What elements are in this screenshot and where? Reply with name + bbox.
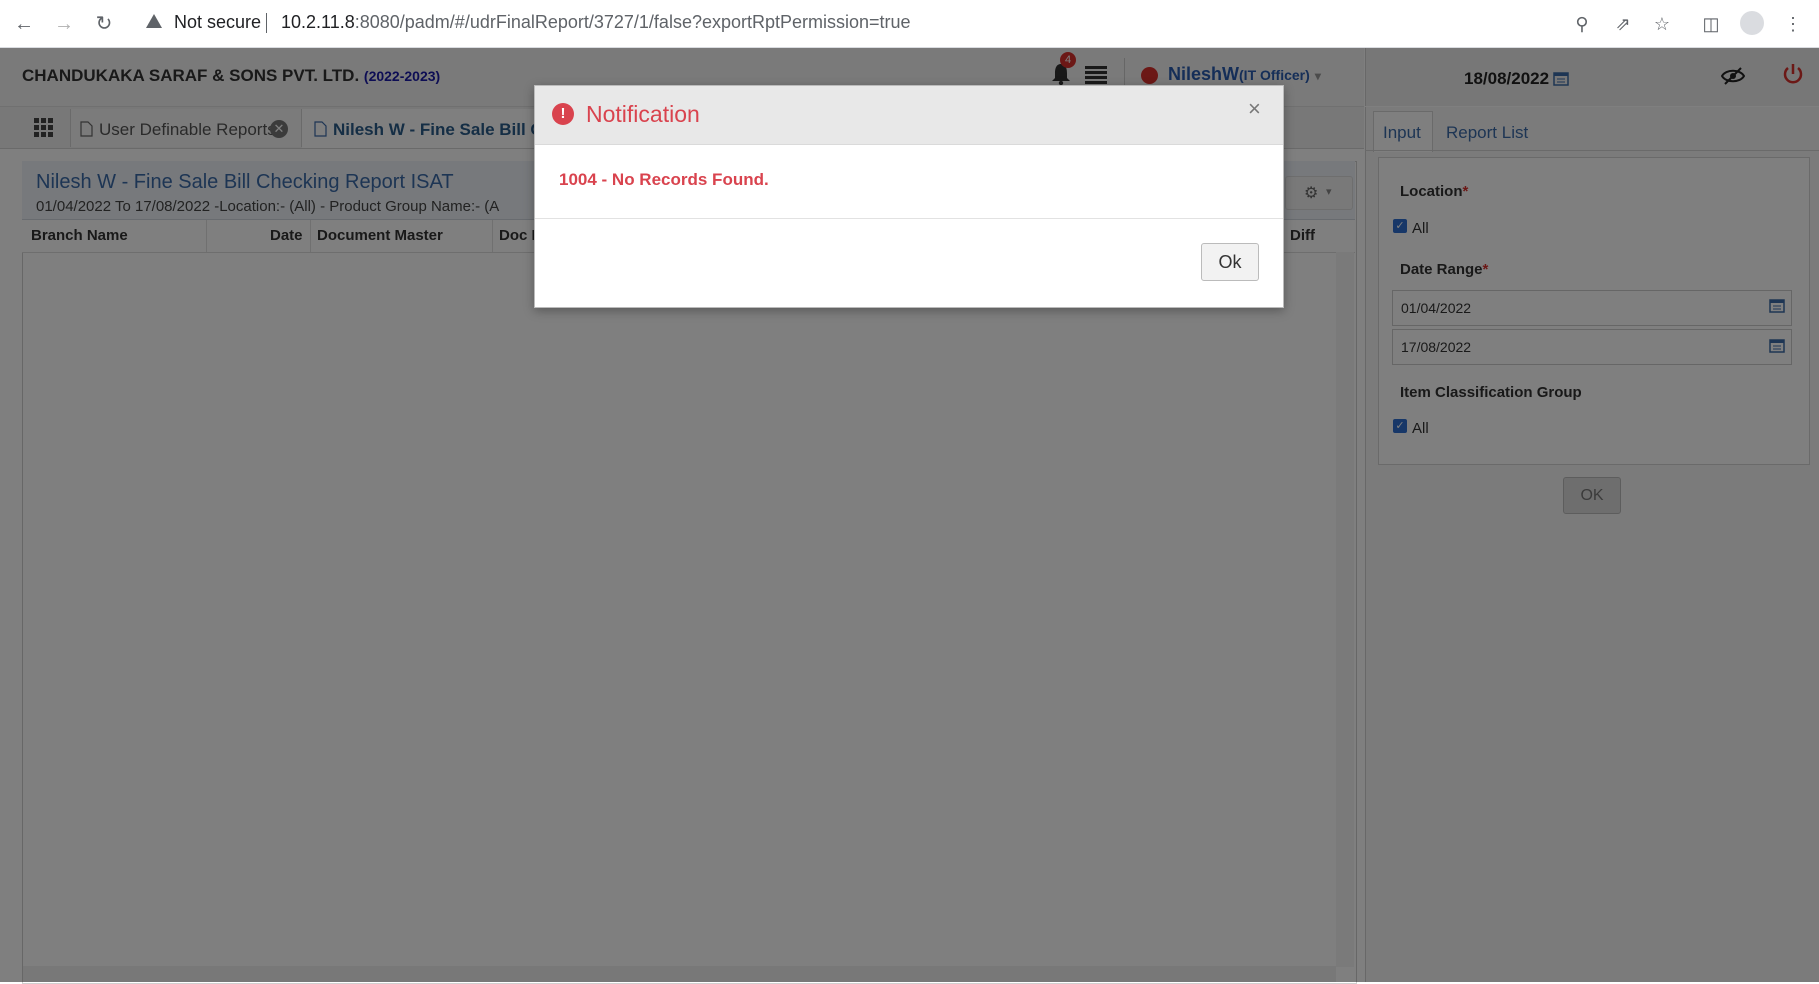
more-vert-icon[interactable]: ⋮ bbox=[1782, 13, 1804, 35]
reload-icon[interactable]: ↻ bbox=[90, 10, 118, 38]
address-separator bbox=[266, 13, 267, 33]
url-path: :8080/padm/#/udrFinalReport/3727/1/false… bbox=[354, 12, 911, 32]
exclamation-circle-icon: ! bbox=[552, 103, 574, 125]
close-icon[interactable]: × bbox=[1248, 96, 1261, 122]
key-icon[interactable]: ⚲ bbox=[1571, 13, 1593, 35]
url-host: 10.2.11.8 bbox=[281, 12, 355, 32]
dialog-title: Notification bbox=[586, 101, 700, 127]
forward-arrow-icon[interactable]: → bbox=[50, 10, 78, 38]
side-panel-icon[interactable]: ◫ bbox=[1700, 13, 1722, 35]
url-text[interactable]: 10.2.11.8:8080/padm/#/udrFinalReport/372… bbox=[281, 12, 911, 33]
dialog-divider bbox=[535, 218, 1283, 219]
warning-icon bbox=[146, 14, 162, 28]
share-icon[interactable]: ⇗ bbox=[1612, 13, 1634, 35]
back-arrow-icon[interactable]: ← bbox=[10, 10, 38, 38]
dialog-message: 1004 - No Records Found. bbox=[559, 170, 769, 189]
star-icon[interactable]: ☆ bbox=[1651, 13, 1673, 35]
profile-avatar-icon[interactable] bbox=[1740, 11, 1764, 35]
dialog-ok-button[interactable]: Ok bbox=[1201, 243, 1259, 281]
security-label[interactable]: Not secure bbox=[174, 12, 261, 33]
